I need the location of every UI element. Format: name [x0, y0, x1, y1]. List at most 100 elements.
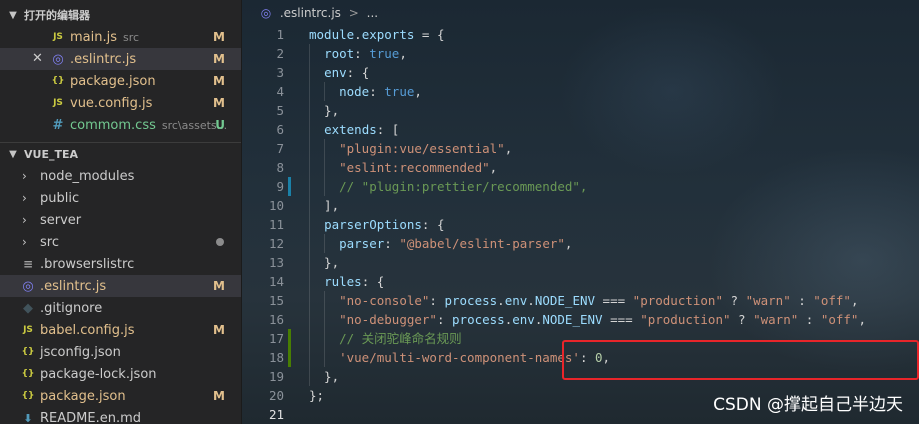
code-token: env [504, 293, 528, 308]
code-line[interactable]: 14 rules: { [242, 272, 919, 291]
code-token: parser [339, 236, 385, 251]
code-token: . [527, 293, 535, 308]
code-token: , [399, 46, 407, 61]
code-token: exports [361, 27, 415, 42]
line-number: 15 [268, 293, 284, 308]
gutter-change-marker [288, 329, 291, 348]
code-token: , [564, 236, 573, 251]
line-text: "no-debugger": process.env.NODE_ENV === … [309, 310, 866, 329]
close-icon[interactable]: ✕ [32, 48, 43, 70]
indent-guide [309, 291, 310, 310]
code-line[interactable]: 9 // "plugin:prettier/recommended", [242, 177, 919, 196]
line-number: 13 [268, 255, 284, 270]
file-item[interactable]: ≡ .browserslistrc [0, 253, 241, 275]
code-token: // 关闭驼峰命名规则 [339, 331, 462, 346]
js-file-icon: JS [23, 325, 33, 335]
code-line[interactable]: 10 ], [242, 196, 919, 215]
code-line[interactable]: 11 parserOptions: { [242, 215, 919, 234]
open-editor-item[interactable]: ✕ ◎ .eslintrc.js M [0, 48, 241, 70]
file-item[interactable]: ◎ .eslintrc.js M [0, 275, 241, 297]
code-line[interactable]: 15 "no-console": process.env.NODE_ENV ==… [242, 291, 919, 310]
code-token: }, [309, 255, 340, 270]
indent-guide [309, 348, 310, 367]
line-number: 8 [276, 160, 284, 175]
gutter-change-marker [288, 348, 291, 367]
breadcrumb: ◎ .eslintrc.js > ... [258, 6, 378, 20]
code-line[interactable]: 13 }, [242, 253, 919, 272]
line-text: root: true, [309, 44, 407, 63]
code-token: : [384, 236, 400, 251]
open-editors-header[interactable]: ▼ 打开的编辑器 [0, 4, 241, 26]
file-name: src [40, 234, 59, 250]
git-status-badge: U [215, 118, 225, 132]
folder-item[interactable]: › node_modules [0, 165, 241, 187]
code-token: === [595, 293, 633, 308]
code-line[interactable]: 5 }, [242, 101, 919, 120]
file-name: jsconfig.json [40, 344, 121, 360]
folder-item[interactable]: › src [0, 231, 241, 253]
file-name: .gitignore [40, 300, 103, 316]
open-editor-item[interactable]: # commom.css src\assets... U [0, 114, 241, 136]
line-number: 7 [276, 141, 284, 156]
line-text: ], [309, 196, 339, 215]
json-file-icon: {} [21, 369, 35, 379]
code-token: // "plugin:prettier/recommended", [339, 179, 588, 194]
indent-guide [324, 139, 326, 158]
project-header[interactable]: ▼ VUE_TEA [0, 142, 241, 165]
code-line[interactable]: 16 "no-debugger": process.env.NODE_ENV =… [242, 310, 919, 329]
indent-guide [324, 82, 326, 101]
code-token: , [414, 84, 422, 99]
line-text: rules: { [309, 272, 384, 291]
code-token: }, [309, 103, 340, 118]
file-item[interactable]: ◆ .gitignore [0, 297, 241, 319]
code-line[interactable]: 8 "eslint:recommended", [242, 158, 919, 177]
code-token: : { [346, 65, 370, 80]
code-token: "off" [813, 293, 851, 308]
file-item[interactable]: ⬇ README.en.md [0, 407, 241, 424]
code-token: true [369, 46, 400, 61]
code-line[interactable]: 1 module.exports = { [242, 25, 919, 44]
file-item[interactable]: {} package-lock.json [0, 363, 241, 385]
file-item[interactable]: {} jsconfig.json [0, 341, 241, 363]
line-text: }; [309, 386, 324, 405]
file-name: server [40, 212, 82, 228]
indent-guide [324, 177, 326, 196]
chevron-right-icon: › [22, 213, 27, 227]
line-number: 18 [268, 350, 284, 365]
line-number: 6 [276, 122, 284, 137]
open-editors-list: JS main.js src M ✕ ◎ .eslintrc.js M{} package.js… [0, 26, 241, 136]
file-item[interactable]: JS babel.config.js M [0, 319, 241, 341]
code-token: : [369, 84, 385, 99]
readme-file-icon: ⬇ [23, 411, 33, 424]
indent-guide [309, 196, 310, 215]
vscode-window: ▼ 打开的编辑器 JS main.js src M ✕ ◎ .eslintrc.js M {} p… [0, 0, 919, 424]
code-token: process [452, 312, 505, 327]
folder-item[interactable]: › public [0, 187, 241, 209]
code-token: "@babel/eslint-parser" [399, 236, 565, 251]
code-line[interactable]: 12 parser: "@babel/eslint-parser", [242, 234, 919, 253]
code-line[interactable]: 4 node: true, [242, 82, 919, 101]
code-line[interactable]: 7 "plugin:vue/essential", [242, 139, 919, 158]
code-line[interactable]: 6 extends: [ [242, 120, 919, 139]
line-number: 17 [268, 331, 284, 346]
line-text: "plugin:vue/essential", [309, 139, 512, 158]
breadcrumb-tail[interactable]: ... [367, 6, 378, 20]
git-status-badge: M [213, 279, 225, 293]
code-token: . [497, 293, 505, 308]
code-line[interactable]: 2 root: true, [242, 44, 919, 63]
code-token: : [436, 312, 453, 327]
git-status-badge: M [213, 389, 225, 403]
code-line[interactable]: 3 env: { [242, 63, 919, 82]
code-token: "warn" [753, 312, 799, 327]
chevron-down-icon: ▼ [9, 148, 17, 160]
file-item[interactable]: {} package.json M [0, 385, 241, 407]
folder-item[interactable]: › server [0, 209, 241, 231]
code-editor[interactable]: ◎ .eslintrc.js > ... 1 module.exports = {… [242, 0, 919, 424]
indent-guide [324, 291, 326, 310]
open-editor-item[interactable]: JS vue.config.js M [0, 92, 241, 114]
breadcrumb-file[interactable]: .eslintrc.js [280, 6, 341, 20]
open-editor-item[interactable]: {} package.json M [0, 70, 241, 92]
open-editor-item[interactable]: JS main.js src M [0, 26, 241, 48]
